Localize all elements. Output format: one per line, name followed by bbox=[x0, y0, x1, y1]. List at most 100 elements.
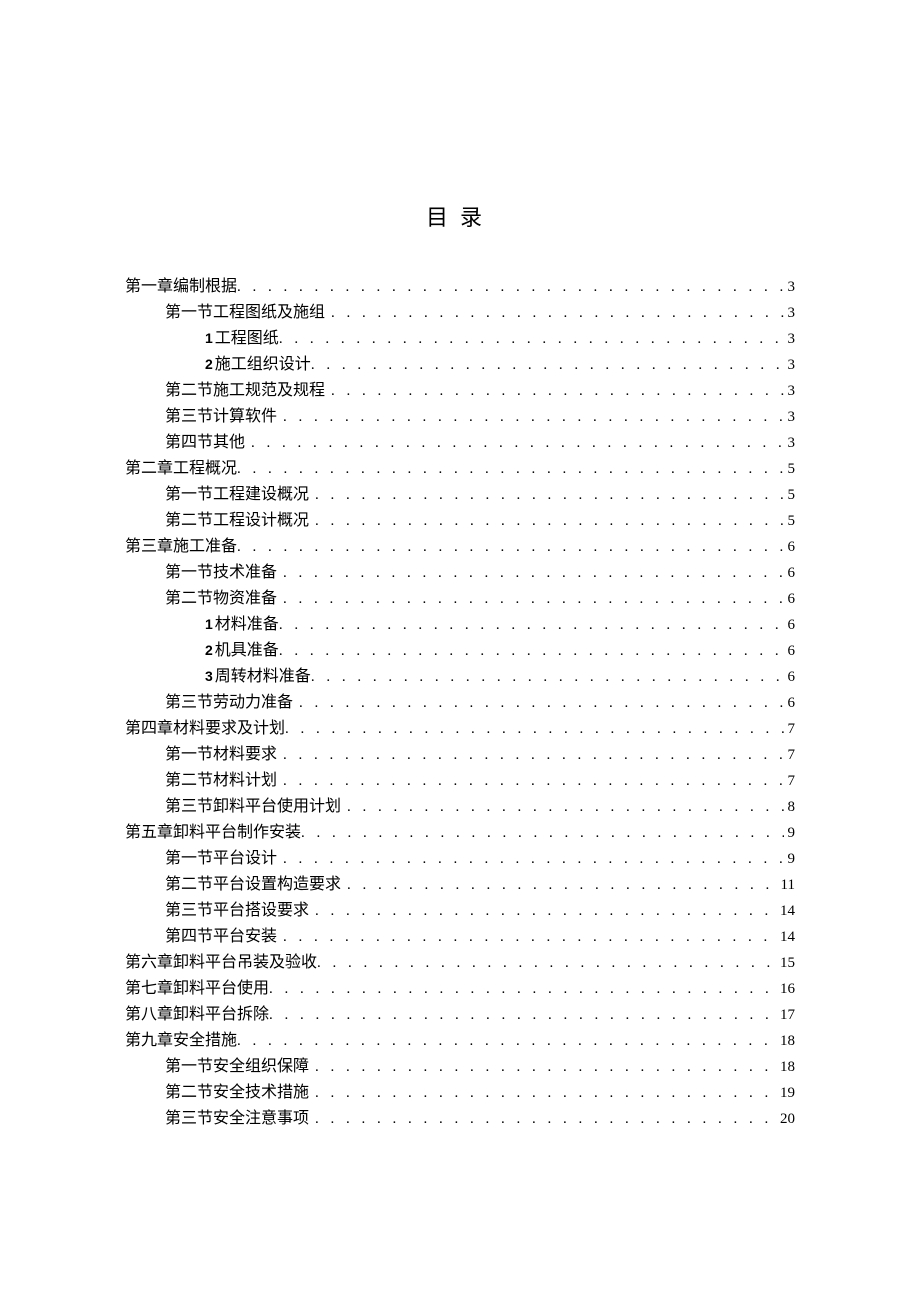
toc-entry-label: 3周转材料准备 bbox=[205, 664, 311, 689]
toc-entry-text: 周转材料准备 bbox=[215, 668, 311, 685]
toc-entry: 第二节材料计划7 bbox=[125, 768, 795, 794]
toc-leader-dots bbox=[269, 977, 776, 1002]
toc-leader-dots bbox=[331, 379, 783, 404]
toc-entry: 第一节工程建设概况5 bbox=[125, 482, 795, 508]
toc-entry-label: 第三节劳动力准备 bbox=[165, 690, 299, 715]
toc-entry-page: 17 bbox=[776, 1003, 795, 1028]
toc-leader-dots bbox=[299, 691, 783, 716]
toc-entry-page: 18 bbox=[776, 1029, 795, 1054]
toc-leader-dots bbox=[315, 899, 776, 924]
document-page: 目录 第一章编制根据3第一节工程图纸及施组31工程图纸32施工组织设计3第二节施… bbox=[0, 0, 920, 1301]
toc-entry: 第二节平台设置构造要求 11 bbox=[125, 872, 795, 898]
toc-leader-dots bbox=[317, 951, 776, 976]
toc-entry: 第四节其他3 bbox=[125, 430, 795, 456]
toc-entry: 第三节安全注意事项20 bbox=[125, 1106, 795, 1132]
toc-leader-dots bbox=[315, 1107, 776, 1132]
toc-entry: 第二节安全技术措施19 bbox=[125, 1080, 795, 1106]
toc-entry-page: 6 bbox=[784, 665, 796, 690]
toc-entry: 第五章卸料平台制作安装9 bbox=[125, 820, 795, 846]
toc-entry-page: 3 bbox=[784, 379, 796, 404]
toc-entry-page: 5 bbox=[784, 509, 796, 534]
toc-entry-label: 第二节平台设置构造要求 bbox=[165, 872, 347, 897]
toc-entry: 第四节平台安装14 bbox=[125, 924, 795, 950]
toc-entry-label: 第二节工程设计概况 bbox=[165, 508, 315, 533]
toc-entry: 第三节卸料平台使用计划8 bbox=[125, 794, 795, 820]
toc-entry-page: 3 bbox=[784, 327, 796, 352]
toc-entry-page: 9 bbox=[784, 847, 796, 872]
toc-entry-label: 第三节卸料平台使用计划 bbox=[165, 794, 347, 819]
toc-entry-page: 6 bbox=[784, 613, 796, 638]
toc-leader-dots bbox=[237, 457, 783, 482]
toc-entry: 第二节物资准备 6 bbox=[125, 586, 795, 612]
toc-entry-page: 6 bbox=[784, 561, 796, 586]
toc-entry-page: 7 bbox=[784, 743, 796, 768]
toc-entry: 第四章材料要求及计划 7 bbox=[125, 716, 795, 742]
toc-leader-dots bbox=[283, 847, 783, 872]
toc-entry-page: 6 bbox=[784, 535, 796, 560]
toc-entry-page: 3 bbox=[784, 405, 796, 430]
toc-leader-dots bbox=[283, 769, 783, 794]
toc-entry-label: 第四章材料要求及计划 bbox=[125, 716, 285, 741]
toc-leader-dots bbox=[283, 587, 783, 612]
toc-entry: 第一节材料要求7 bbox=[125, 742, 795, 768]
toc-entry: 1工程图纸 3 bbox=[125, 326, 795, 352]
toc-entry-label: 2施工组织设计 bbox=[205, 352, 311, 377]
toc-entry-number: 2 bbox=[205, 642, 213, 658]
toc-entry-page: 6 bbox=[784, 587, 796, 612]
toc-leader-dots bbox=[311, 665, 784, 690]
toc-entry-label: 第一节安全组织保障 bbox=[165, 1054, 315, 1079]
toc-entry: 第七章卸料平台使用 16 bbox=[125, 976, 795, 1002]
toc-entry-page: 7 bbox=[784, 769, 796, 794]
toc-entry-text: 机具准备 bbox=[215, 642, 279, 659]
toc-entry: 第八章卸料平台拆除 17 bbox=[125, 1002, 795, 1028]
toc-entry-label: 第一节工程图纸及施组 bbox=[165, 300, 331, 325]
toc-entry-page: 11 bbox=[777, 873, 795, 898]
toc-entry-page: 3 bbox=[784, 353, 796, 378]
toc-leader-dots bbox=[269, 1003, 776, 1028]
toc-leader-dots bbox=[285, 717, 783, 742]
toc-entry: 2机具准备6 bbox=[125, 638, 795, 664]
toc-entry-page: 14 bbox=[776, 899, 795, 924]
toc-entry-text: 施工组织设计 bbox=[215, 356, 311, 373]
toc-entry-label: 第四节平台安装 bbox=[165, 924, 283, 949]
toc-entry-page: 20 bbox=[776, 1107, 795, 1132]
toc-leader-dots bbox=[283, 561, 783, 586]
toc-leader-dots bbox=[347, 873, 777, 898]
toc-entry-label: 第二节物资准备 bbox=[165, 586, 283, 611]
toc-entry-page: 3 bbox=[784, 301, 796, 326]
toc-entry-label: 1材料准备 bbox=[205, 612, 279, 637]
toc-entry-page: 18 bbox=[776, 1055, 795, 1080]
toc-entry-label: 第九章安全措施 bbox=[125, 1028, 237, 1053]
toc-entry-label: 第三节计算软件 bbox=[165, 404, 283, 429]
toc-entry: 第一节技术准备6 bbox=[125, 560, 795, 586]
toc-entry-page: 7 bbox=[784, 717, 796, 742]
toc-title: 目录 bbox=[125, 200, 795, 232]
toc-entry-text: 材料准备 bbox=[215, 616, 279, 633]
toc-entry-number: 3 bbox=[205, 668, 213, 684]
toc-entry-label: 第二章工程概况 bbox=[125, 456, 237, 481]
toc-entry: 第一章编制根据3 bbox=[125, 274, 795, 300]
toc-leader-dots bbox=[283, 925, 776, 950]
toc-entry-label: 第一节工程建设概况 bbox=[165, 482, 315, 507]
toc-entry-page: 16 bbox=[776, 977, 795, 1002]
toc-entry: 第三节劳动力准备6 bbox=[125, 690, 795, 716]
toc-entry-label: 第八章卸料平台拆除 bbox=[125, 1002, 269, 1027]
toc-leader-dots bbox=[283, 743, 783, 768]
toc-entry: 第二节施工规范及规程3 bbox=[125, 378, 795, 404]
toc-entry-label: 第六章卸料平台吊装及验收 bbox=[125, 950, 317, 975]
toc-entry-page: 15 bbox=[776, 951, 795, 976]
toc-entry-label: 第一节平台设计 bbox=[165, 846, 283, 871]
toc-entry: 第三章施工准备6 bbox=[125, 534, 795, 560]
toc-entry-label: 第五章卸料平台制作安装 bbox=[125, 820, 301, 845]
toc-leader-dots bbox=[315, 1055, 776, 1080]
toc-entry: 第三节计算软件 3 bbox=[125, 404, 795, 430]
toc-leader-dots bbox=[315, 509, 783, 534]
toc-entry: 第六章卸料平台吊装及验收 15 bbox=[125, 950, 795, 976]
toc-entry-label: 2机具准备 bbox=[205, 638, 279, 663]
toc-leader-dots bbox=[237, 1029, 776, 1054]
toc-entry: 3周转材料准备 6 bbox=[125, 664, 795, 690]
toc-entry-number: 2 bbox=[205, 356, 213, 372]
toc-entry-label: 第三节平台搭设要求 bbox=[165, 898, 315, 923]
toc-entry-label: 第七章卸料平台使用 bbox=[125, 976, 269, 1001]
toc-entry-label: 1工程图纸 bbox=[205, 326, 279, 351]
